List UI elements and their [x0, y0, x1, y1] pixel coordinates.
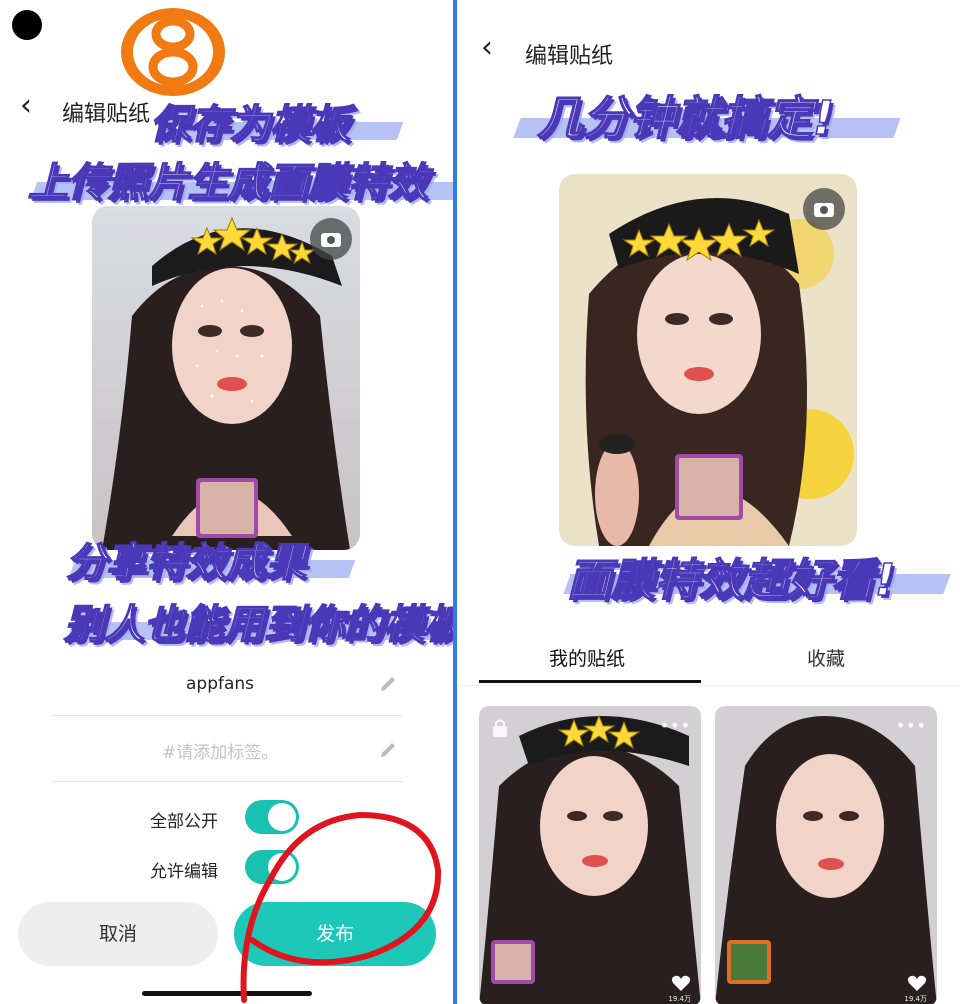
- heart-icon[interactable]: [907, 974, 927, 992]
- toggle-row-edit: 允许编辑: [150, 850, 310, 886]
- back-button[interactable]: ‹: [20, 88, 32, 123]
- tab-favorites[interactable]: 收藏: [807, 644, 845, 671]
- publish-button[interactable]: 发布: [234, 902, 436, 966]
- more-options-icon[interactable]: •••: [660, 716, 691, 735]
- toggle-knob: [268, 803, 296, 831]
- camera-dot: [12, 10, 42, 40]
- more-options-icon[interactable]: •••: [896, 716, 927, 735]
- pencil-icon[interactable]: [378, 674, 398, 694]
- edit-toggle[interactable]: [245, 850, 299, 884]
- home-indicator: [142, 991, 312, 996]
- overlay-caption-4: 别人也能用到你的模板: [63, 601, 453, 649]
- public-toggle[interactable]: [245, 800, 299, 834]
- sticker-card[interactable]: ••• 19.4万: [479, 706, 701, 1004]
- source-photo-thumb[interactable]: [675, 454, 743, 520]
- edited-sticker-photo: [559, 174, 857, 546]
- overlay-caption-2: 面膜特效超好看!: [566, 554, 896, 607]
- back-button[interactable]: ‹: [481, 30, 493, 65]
- active-tab-indicator: [479, 680, 701, 683]
- source-photo-thumb: [491, 940, 535, 984]
- toggle-public-label: 全部公开: [150, 812, 218, 832]
- pencil-icon[interactable]: [378, 740, 398, 760]
- heart-icon[interactable]: [671, 974, 691, 992]
- source-photo-thumb: [727, 940, 771, 984]
- name-field[interactable]: appfans: [52, 662, 402, 716]
- screenshot-collage: ‹ 编辑贴纸 保存为模板 上传照片生成面膜特效 分享特效成果 别人也能用到你的模…: [0, 0, 960, 1004]
- overlay-caption-1: 几分钟就搞定!: [536, 90, 834, 146]
- page-title: 编辑贴纸: [525, 44, 614, 69]
- camera-icon: [321, 233, 341, 247]
- like-count: 19.4万: [668, 995, 691, 1003]
- tag-placeholder: #请添加标签。: [162, 743, 279, 763]
- camera-button[interactable]: [310, 218, 352, 260]
- camera-button[interactable]: [803, 188, 845, 230]
- toggle-knob: [268, 853, 296, 881]
- tag-field[interactable]: #请添加标签。: [52, 716, 402, 782]
- toggle-row-public: 全部公开: [150, 800, 310, 836]
- right-phone-screen: ‹ 编辑贴纸 几分钟就搞定! 面膜特效超好看! 我的贴纸 收藏 ••• 19.4…: [457, 0, 960, 1004]
- tab-my-stickers[interactable]: 我的贴纸: [549, 644, 625, 671]
- edited-sticker-photo: [92, 206, 360, 550]
- left-phone-screen: ‹ 编辑贴纸 保存为模板 上传照片生成面膜特效 分享特效成果 别人也能用到你的模…: [0, 0, 453, 1004]
- overlay-caption-1: 保存为模板: [149, 101, 351, 149]
- source-photo-thumb[interactable]: [196, 478, 258, 538]
- sticker-tabs: 我的贴纸 收藏: [457, 630, 960, 686]
- cancel-button[interactable]: 取消: [18, 902, 218, 966]
- page-title: 编辑贴纸: [62, 102, 151, 127]
- like-count: 19.4万: [904, 995, 927, 1003]
- toggle-edit-label: 允许编辑: [150, 862, 218, 882]
- name-value: appfans: [186, 674, 255, 694]
- lock-icon: [493, 719, 507, 737]
- logo-8-icon: [121, 8, 225, 96]
- sticker-card[interactable]: ••• 19.4万: [715, 706, 937, 1004]
- overlay-caption-3: 分享特效成果: [65, 539, 307, 587]
- camera-icon: [814, 203, 834, 217]
- overlay-caption-2: 上传照片生成面膜特效: [27, 159, 429, 207]
